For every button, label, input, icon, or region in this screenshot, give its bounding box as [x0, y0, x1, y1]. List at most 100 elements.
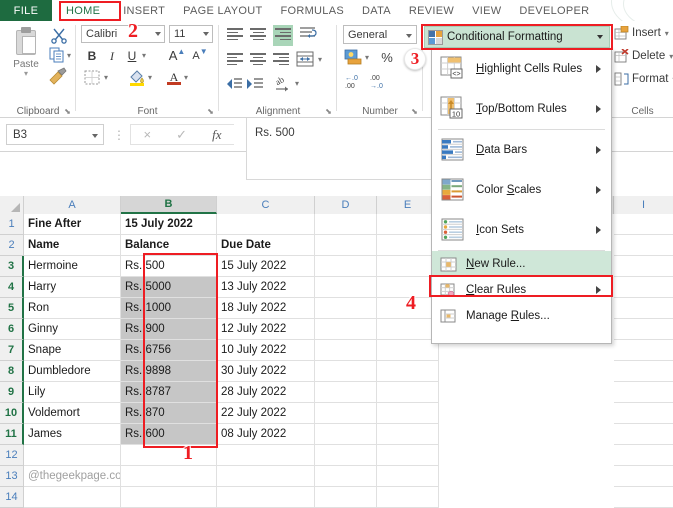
cell-E1[interactable]	[377, 214, 439, 235]
cell-I3[interactable]	[614, 256, 673, 277]
row-header-4[interactable]: 4	[0, 277, 24, 298]
decrease-decimal-button[interactable]: .00 →.0	[368, 73, 388, 90]
cell-E8[interactable]	[377, 361, 439, 382]
cell-E14[interactable]	[377, 487, 439, 508]
row-header-11[interactable]: 11	[0, 424, 24, 445]
row-header-7[interactable]: 7	[0, 340, 24, 361]
orientation-button[interactable]	[299, 26, 317, 43]
cell-A9[interactable]: Lily	[24, 382, 121, 403]
cell-A11[interactable]: James	[24, 424, 121, 445]
decrease-font-size-button[interactable]: A ▼	[191, 47, 209, 64]
cell-C5[interactable]: 18 July 2022	[217, 298, 315, 319]
cell-I2[interactable]	[614, 235, 673, 256]
column-header-e[interactable]: E	[377, 196, 439, 214]
cell-D9[interactable]	[315, 382, 377, 403]
cell-E6[interactable]	[377, 319, 439, 340]
percent-style-button[interactable]: %	[379, 49, 395, 65]
select-all-corner[interactable]	[0, 196, 24, 214]
cell-C4[interactable]: 13 July 2022	[217, 277, 315, 298]
cell-A10[interactable]: Voldemort	[24, 403, 121, 424]
cell-E9[interactable]	[377, 382, 439, 403]
accounting-format-button[interactable]	[344, 49, 362, 65]
row-header-10[interactable]: 10	[0, 403, 24, 424]
cell-C2[interactable]: Due Date	[217, 235, 315, 256]
row-header-1[interactable]: 1	[0, 214, 24, 235]
fill-color-dropdown-caret[interactable]: ▾	[148, 73, 152, 82]
copy-button[interactable]	[49, 47, 66, 63]
insert-function-button[interactable]: fx	[212, 127, 221, 143]
row-header-2[interactable]: 2	[0, 235, 24, 256]
cell-A7[interactable]: Snape	[24, 340, 121, 361]
cell-I14[interactable]	[614, 487, 673, 508]
delete-dropdown-caret[interactable]: ▾	[669, 52, 673, 61]
cell-C8[interactable]: 30 July 2022	[217, 361, 315, 382]
insert-cells-button[interactable]: Insert ▾	[614, 26, 669, 40]
font-dialog-launcher[interactable]: ⬊	[206, 107, 215, 116]
merge-center-button[interactable]	[296, 51, 314, 68]
cell-D4[interactable]	[315, 277, 377, 298]
menu-item-new-rule[interactable]: New Rule...	[432, 251, 611, 277]
row-header-12[interactable]: 12	[0, 445, 24, 466]
paste-button[interactable]: Paste ▾	[6, 25, 46, 95]
row-header-5[interactable]: 5	[0, 298, 24, 319]
row-header-14[interactable]: 14	[0, 487, 24, 508]
row-header-13[interactable]: 13	[0, 466, 24, 487]
cell-C6[interactable]: 12 July 2022	[217, 319, 315, 340]
cell-C11[interactable]: 08 July 2022	[217, 424, 315, 445]
cell-D14[interactable]	[315, 487, 377, 508]
cell-A4[interactable]: Harry	[24, 277, 121, 298]
cell-E12[interactable]	[377, 445, 439, 466]
increase-indent-button[interactable]	[246, 77, 264, 91]
bold-button[interactable]: B	[84, 48, 100, 64]
cell-I1[interactable]	[614, 214, 673, 235]
column-header-a[interactable]: A	[24, 196, 121, 214]
cell-C1[interactable]	[217, 214, 315, 235]
align-left-button[interactable]	[227, 53, 243, 67]
cell-D6[interactable]	[315, 319, 377, 340]
underline-dropdown-caret[interactable]: ▾	[142, 51, 146, 60]
cell-E10[interactable]	[377, 403, 439, 424]
cell-C13[interactable]	[217, 466, 315, 487]
cell-A6[interactable]: Ginny	[24, 319, 121, 340]
formula-input[interactable]: Rs. 500	[246, 118, 450, 180]
italic-button[interactable]: I	[104, 48, 120, 64]
cell-E2[interactable]	[377, 235, 439, 256]
font-size-combo[interactable]: 11	[169, 25, 213, 43]
cell-A13[interactable]: @thegeekpage.com	[24, 466, 121, 487]
cell-A14[interactable]	[24, 487, 121, 508]
align-bottom-button[interactable]	[273, 25, 293, 46]
cell-C9[interactable]: 28 July 2022	[217, 382, 315, 403]
paste-dropdown-caret[interactable]: ▾	[6, 70, 46, 77]
align-top-button[interactable]	[227, 28, 243, 42]
cell-D1[interactable]	[315, 214, 377, 235]
cell-I7[interactable]	[614, 340, 673, 361]
align-right-button[interactable]	[273, 53, 289, 67]
menu-item-icon-sets[interactable]: Icon Sets	[432, 210, 611, 250]
name-box[interactable]: B3	[6, 124, 104, 145]
cell-E13[interactable]	[377, 466, 439, 487]
cell-A8[interactable]: Dumbledore	[24, 361, 121, 382]
merge-center-dropdown-caret[interactable]: ▾	[318, 55, 322, 64]
insert-dropdown-caret[interactable]: ▾	[665, 29, 669, 38]
text-orientation-button[interactable]: ab	[274, 75, 292, 92]
menu-item-data-bars[interactable]: Data Bars	[432, 130, 611, 170]
cell-D2[interactable]	[315, 235, 377, 256]
clipboard-dialog-launcher[interactable]: ⬊	[63, 107, 72, 116]
delete-cells-button[interactable]: Delete ▾	[614, 49, 673, 63]
number-dialog-launcher[interactable]: ⬊	[410, 107, 419, 116]
cell-D11[interactable]	[315, 424, 377, 445]
cell-I10[interactable]	[614, 403, 673, 424]
tab-review[interactable]: REVIEW	[400, 0, 463, 21]
cell-A12[interactable]	[24, 445, 121, 466]
tab-developer[interactable]: DEVELOPER	[510, 0, 598, 21]
tab-page-layout[interactable]: PAGE LAYOUT	[174, 0, 271, 21]
cell-I12[interactable]	[614, 445, 673, 466]
row-header-6[interactable]: 6	[0, 319, 24, 340]
tab-data[interactable]: DATA	[353, 0, 400, 21]
cell-B14[interactable]	[121, 487, 217, 508]
cell-D7[interactable]	[315, 340, 377, 361]
increase-font-size-button[interactable]: A ▲	[168, 47, 186, 64]
cell-E7[interactable]	[377, 340, 439, 361]
increase-decimal-button[interactable]: ←.0 .00	[343, 73, 363, 90]
tab-insert[interactable]: INSERT	[114, 0, 174, 21]
